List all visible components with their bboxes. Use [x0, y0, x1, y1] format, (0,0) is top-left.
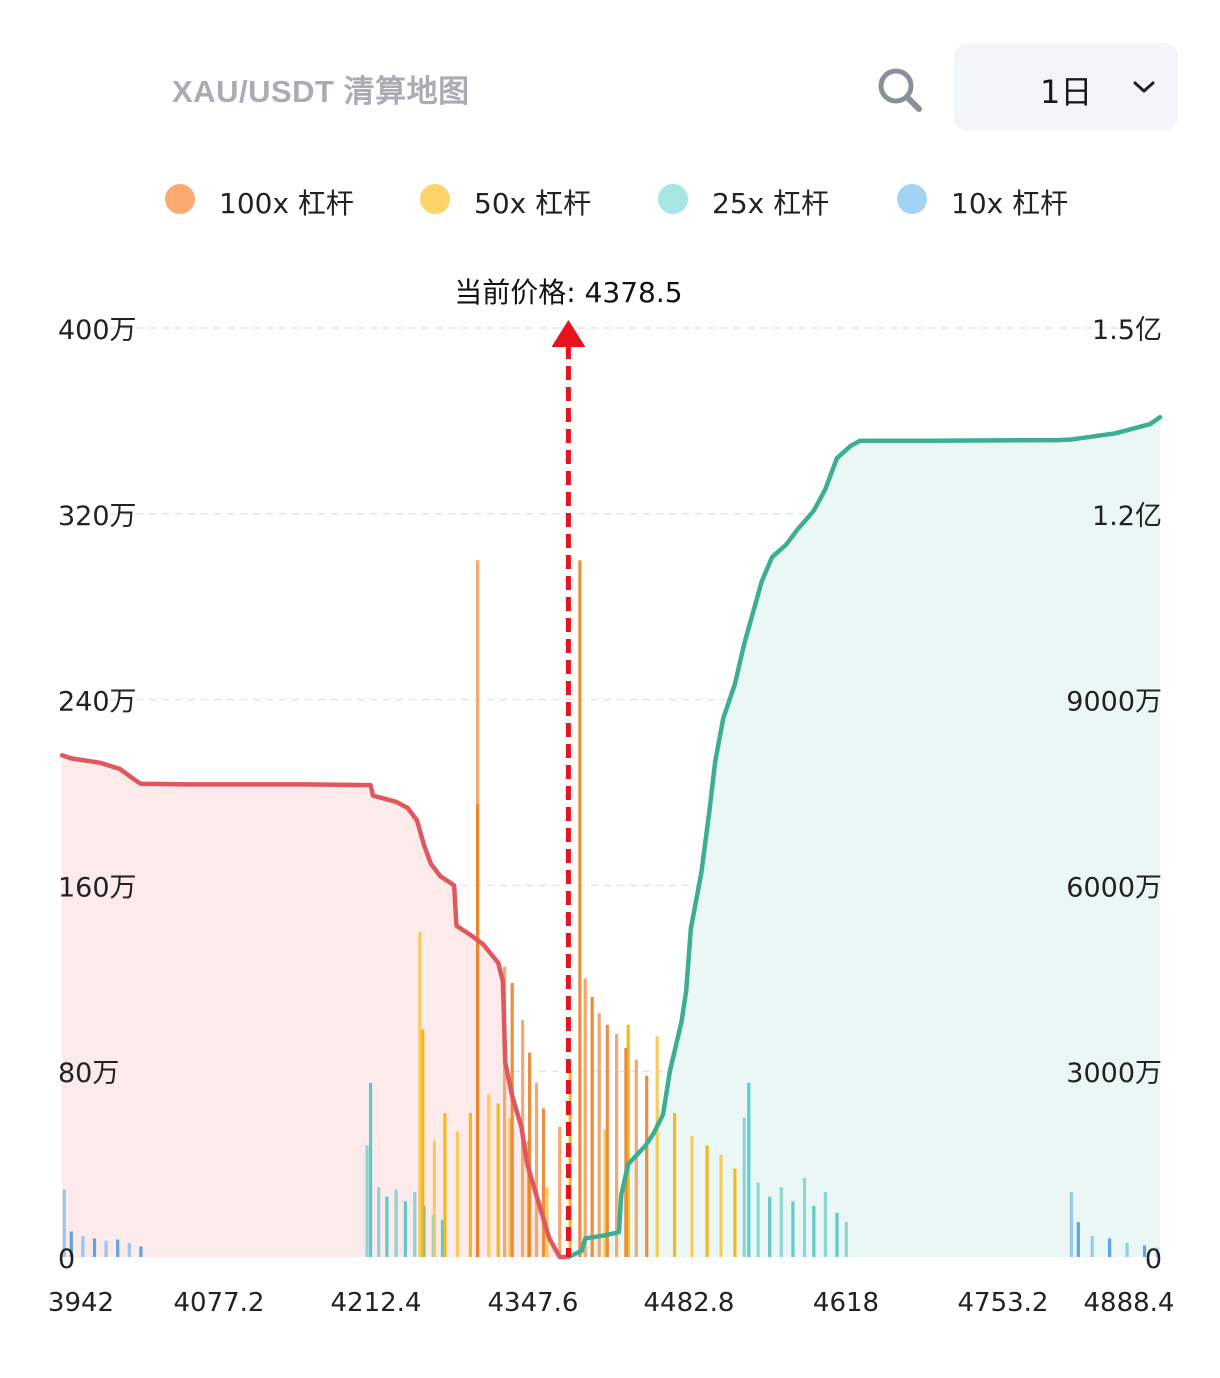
period-select[interactable]: 1日: [954, 43, 1178, 131]
bar-10x: [1125, 1243, 1129, 1257]
bar-25x: [394, 1189, 398, 1257]
x-tick-label: 4753.2: [958, 1288, 1049, 1318]
bar-25x: [812, 1205, 816, 1257]
bar-50x: [705, 1145, 709, 1257]
period-value: 1日: [1040, 73, 1093, 111]
x-tick-label: 4618: [813, 1288, 879, 1318]
y-right-tick-label: 6000万: [1066, 872, 1162, 903]
bar-100x: [558, 1126, 562, 1257]
bar-25x: [768, 1196, 772, 1257]
bar-25x: [365, 1145, 369, 1257]
bar-25x: [802, 1178, 807, 1257]
bar-25x: [413, 1192, 417, 1257]
bar-10x: [139, 1246, 143, 1257]
bar-100x: [476, 804, 480, 1257]
bar-100x: [534, 1082, 539, 1257]
y-right-tick-label: 1.5亿: [1092, 315, 1162, 346]
bar-10x: [1076, 1222, 1080, 1257]
search-icon: [878, 68, 922, 112]
bar-10x: [1090, 1236, 1094, 1257]
search-button[interactable]: [872, 62, 926, 116]
page-title: XAU/USDT 清算地图: [172, 74, 470, 109]
chart-legend: 100x 杠杆 50x 杠杆 25x 杠杆 10x 杠杆: [0, 172, 1220, 226]
bar-25x: [369, 1082, 373, 1257]
bar-50x: [456, 1131, 460, 1257]
x-tick-label: 4347.6: [488, 1288, 579, 1318]
bar-50x: [487, 1094, 491, 1257]
bar-50x: [655, 1036, 659, 1257]
legend-dot-100x: [165, 184, 195, 214]
bar-10x: [127, 1243, 131, 1257]
legend-label-10x: 10x 杠杆: [951, 187, 1069, 220]
bar-10x: [1108, 1238, 1112, 1257]
bar-50x: [443, 1113, 447, 1257]
y-right-tick-label: 3000万: [1066, 1058, 1162, 1089]
y-left-tick-label: 160万: [58, 872, 137, 903]
current-price-arrow: [551, 320, 586, 347]
y-right-tick-label: 9000万: [1066, 687, 1162, 718]
bar-25x: [403, 1201, 407, 1257]
legend-label-50x: 50x 杠杆: [474, 187, 592, 220]
bar-100x: [590, 996, 594, 1257]
bar-10x: [81, 1236, 85, 1257]
bar-50x: [673, 1113, 677, 1257]
bar-25x: [779, 1187, 783, 1257]
bar-100x: [645, 1075, 649, 1257]
liquidation-chart: 当前价格: 4378.5 0 0 80万 3000万 160万 6000万 240万 9000…: [48, 276, 1175, 1318]
bar-25x: [835, 1212, 839, 1257]
bar-100x: [597, 1013, 601, 1257]
x-tick-label: 4212.4: [331, 1288, 422, 1318]
bar-100x: [510, 982, 514, 1257]
legend-dot-50x: [420, 184, 450, 214]
bar-25x: [756, 1182, 760, 1257]
bar-10x: [116, 1239, 120, 1257]
bar-10x: [104, 1240, 108, 1257]
bar-25x: [385, 1196, 389, 1257]
cumulative-long-area: [62, 755, 569, 1257]
bar-50x: [690, 1136, 694, 1257]
bar-25x: [791, 1201, 795, 1257]
current-price-label: 当前价格: 4378.5: [454, 276, 682, 309]
bar-50x: [733, 1168, 737, 1257]
x-tick-label: 3942: [48, 1288, 114, 1318]
bar-25x: [377, 1187, 381, 1257]
bar-10x: [92, 1238, 97, 1257]
bar-50x: [421, 1029, 425, 1257]
x-tick-label: 4482.8: [644, 1288, 735, 1318]
bar-50x: [496, 1103, 500, 1257]
bar-25x: [747, 1082, 751, 1257]
bar-100x: [541, 1108, 546, 1257]
bar-10x: [1069, 1192, 1073, 1257]
bar-50x: [468, 1113, 472, 1257]
bar-50x: [719, 1154, 723, 1257]
x-tick-label: 4077.2: [174, 1288, 265, 1318]
bar-100x: [583, 978, 587, 1257]
bar-25x: [844, 1222, 848, 1257]
legend-dot-25x: [658, 184, 688, 214]
bar-100x: [578, 560, 582, 1258]
y-left-tick-label: 80万: [58, 1058, 119, 1089]
y-left-tick-label: 0: [58, 1244, 75, 1275]
y-left-tick-label: 320万: [58, 501, 137, 532]
bar-100x: [624, 1048, 628, 1257]
fill-layer: [62, 417, 1160, 1257]
legend-dot-10x: [897, 184, 927, 214]
bar-25x: [742, 1117, 746, 1257]
bar-100x: [605, 1024, 609, 1258]
bar-50x: [418, 931, 422, 1257]
bar-100x: [528, 1052, 532, 1257]
header: XAU/USDT 清算地图 1日: [0, 0, 1220, 150]
chevron-down-icon: [1133, 81, 1155, 93]
bar-50x: [432, 1140, 436, 1257]
y-right-tick-label: 0: [1145, 1244, 1162, 1275]
bar-25x: [823, 1192, 827, 1257]
x-tick-label: 4888.4: [1084, 1288, 1175, 1318]
legend-label-25x: 25x 杠杆: [712, 187, 830, 220]
legend-label-100x: 100x 杠杆: [219, 187, 354, 220]
y-left-tick-label: 240万: [58, 687, 137, 718]
y-right-tick-label: 1.2亿: [1092, 501, 1162, 532]
y-left-tick-label: 400万: [58, 315, 137, 346]
